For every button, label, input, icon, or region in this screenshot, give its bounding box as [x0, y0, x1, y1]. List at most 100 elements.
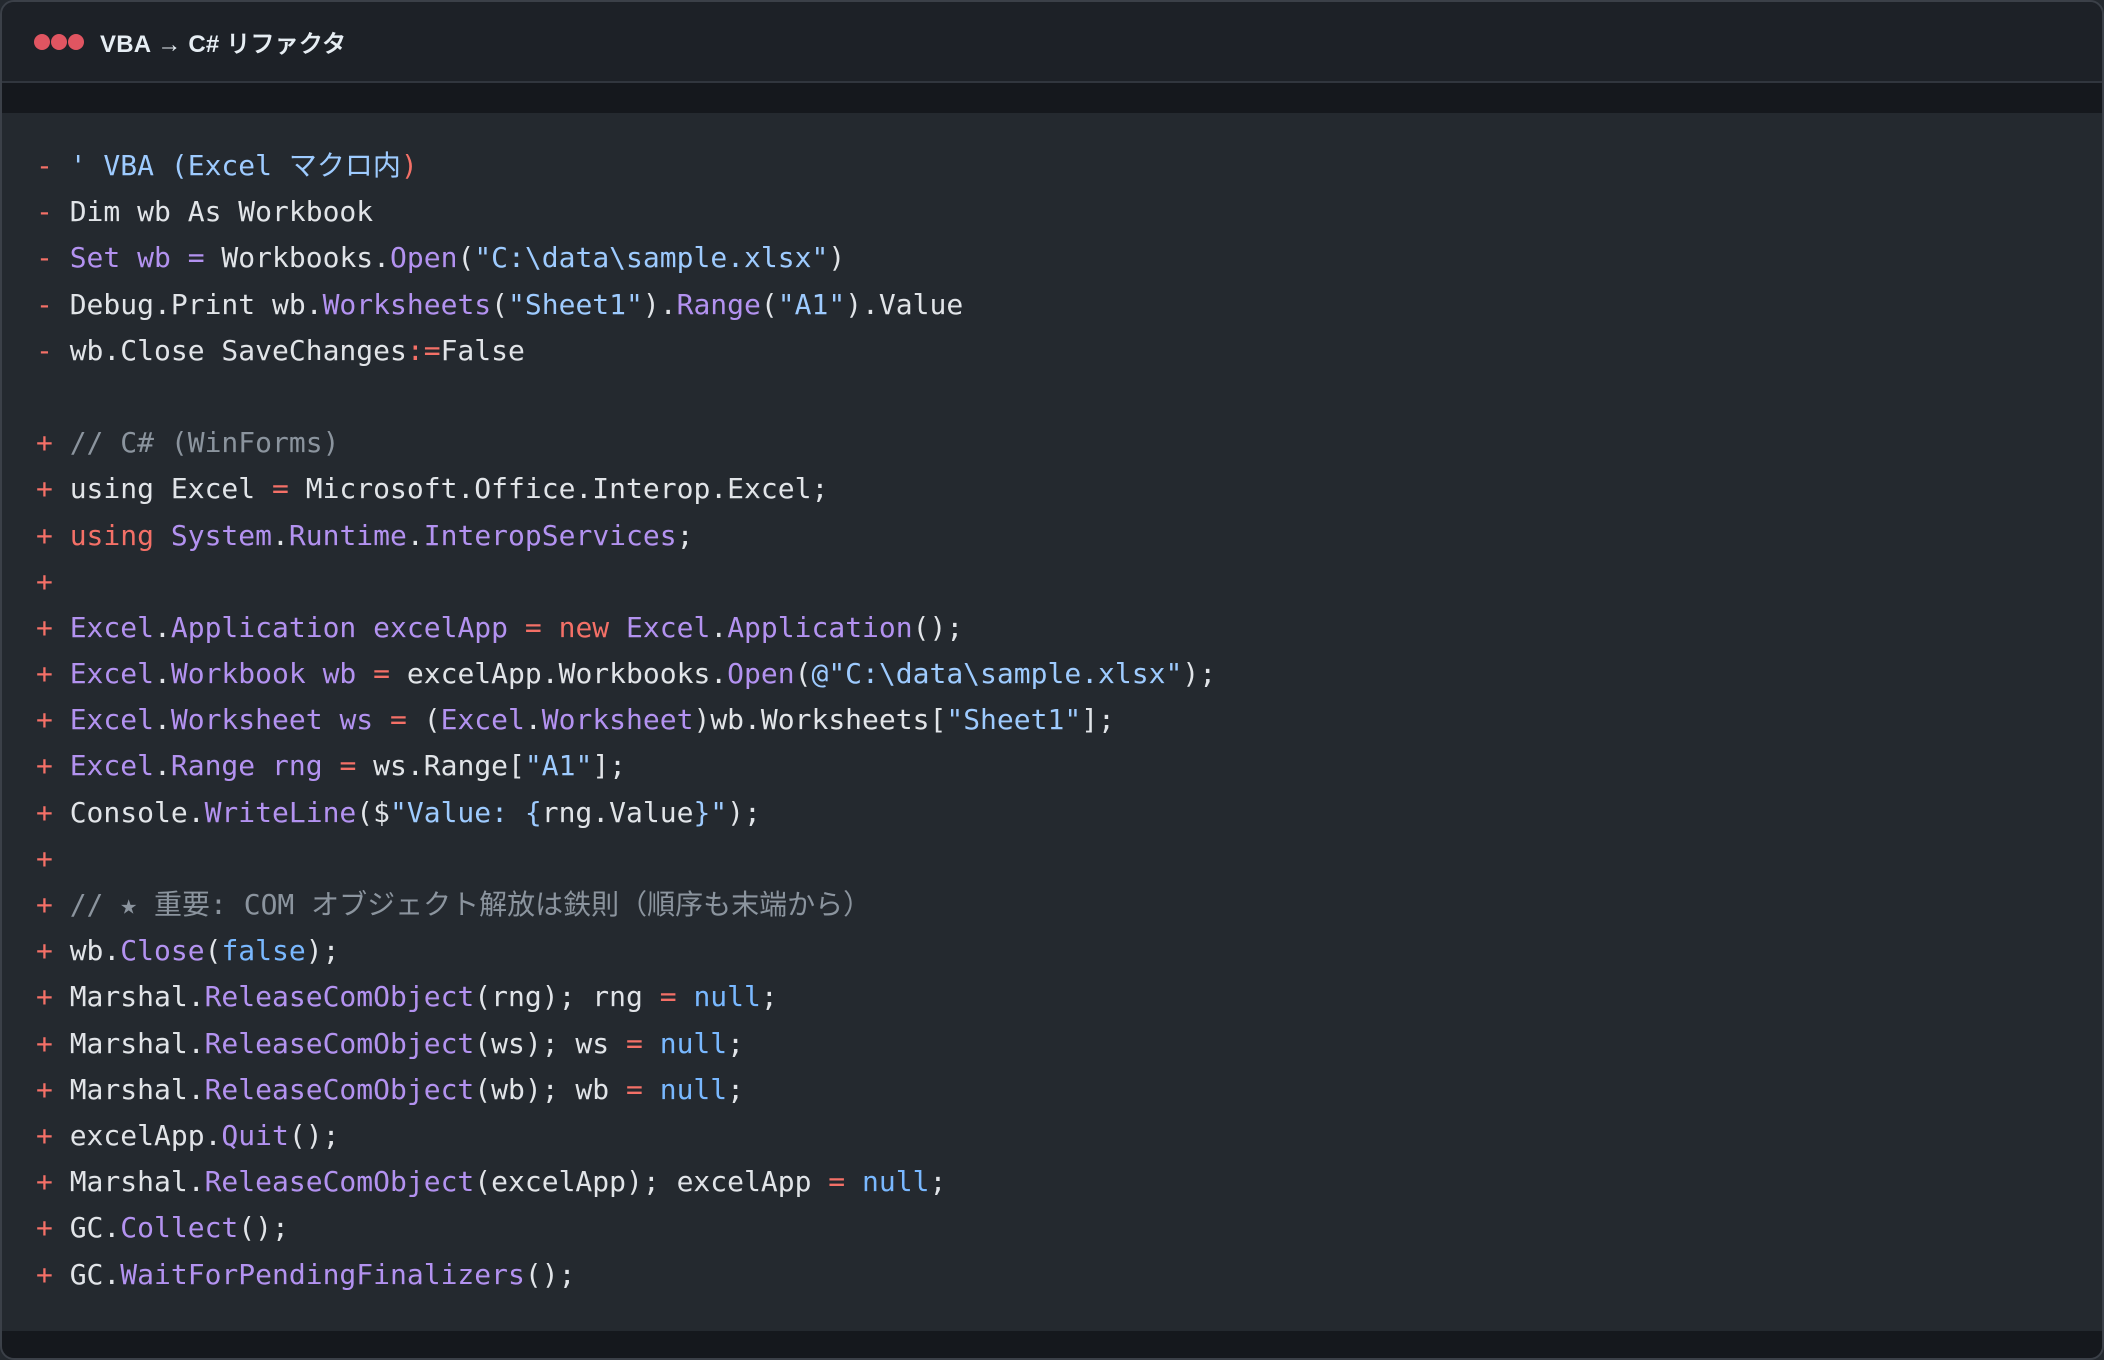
code-token: Marshal. — [69, 980, 205, 1014]
diff-marker-added: + — [36, 1165, 53, 1199]
code-token: ) — [400, 149, 418, 182]
code-token: Excel — [69, 610, 154, 644]
code-line: - Dim wb As Workbook — [36, 189, 2102, 235]
code-line: + — [36, 836, 2102, 882]
code-token: ( — [406, 703, 441, 737]
diff-marker-added: + — [36, 980, 53, 1014]
window-controls — [34, 33, 84, 50]
code-token: "A1" — [777, 287, 846, 321]
code-line: + excelApp.Quit(); — [36, 1113, 2102, 1159]
code-token: = — [626, 1026, 643, 1060]
code-token: Debug.Print wb. — [69, 287, 323, 321]
code-token: null — [659, 1072, 728, 1106]
code-token: wb. — [69, 934, 121, 968]
code-token: Range — [676, 287, 761, 321]
window-title: VBA → C# リファクタ — [100, 31, 347, 58]
code-token: using — [69, 518, 154, 552]
code-token: ( — [204, 934, 222, 968]
code-token: GC. — [69, 1257, 121, 1291]
code-line: - Set wb = Workbooks.Open("C:\data\sample… — [36, 235, 2102, 281]
code-token: ( — [491, 287, 509, 321]
code-token: (); — [912, 610, 964, 644]
code-token: ; — [727, 1072, 745, 1106]
diff-marker-removed: - — [36, 149, 53, 182]
code-token: ' VBA (Excel マクロ内 — [69, 149, 401, 182]
code-line: + // ★ 重要: COM オブジェクト解放は鉄則（順序も末端から） — [36, 882, 2102, 928]
code-token: null — [693, 980, 761, 1014]
code-token: Excel — [69, 657, 154, 691]
code-line: + Marshal.ReleaseComObject(excelApp); exc… — [36, 1159, 2102, 1205]
code-token: System — [170, 518, 273, 552]
code-token: ).Value — [845, 287, 964, 321]
code-token: Set wb — [69, 241, 171, 275]
diff-marker-added: + — [36, 657, 53, 691]
code-window: VBA → C# リファクタ - ' VBA (Excel マクロ内) - Dim w… — [0, 0, 2104, 1360]
code-token: Marshal. — [69, 1072, 205, 1106]
code-line: + — [36, 559, 2102, 605]
diff-marker-added: + — [36, 472, 53, 506]
code-line: + Excel.Workbook wb = excelApp.Workbooks.… — [36, 651, 2102, 697]
code-line: + using Excel = Microsoft.Office.Interop.… — [36, 466, 2102, 512]
code-line: + // C# (WinForms) — [36, 420, 2102, 466]
code-token: ; — [929, 1165, 947, 1199]
diff-marker-added: + — [36, 888, 53, 921]
code-token: = — [524, 610, 542, 644]
code-token: Excel — [69, 703, 154, 737]
code-token: ( — [457, 241, 475, 275]
code-token: Range — [170, 749, 256, 783]
code-token: ( — [760, 287, 778, 321]
code-line: + Excel.Worksheet ws = (Excel.Worksheet)w… — [36, 697, 2102, 743]
diff-marker-added: + — [36, 1072, 53, 1106]
diff-marker-added: + — [36, 1026, 53, 1060]
code-line: + GC.Collect(); — [36, 1205, 2102, 1251]
diff-marker-removed: - — [36, 333, 53, 367]
code-token: Console. — [69, 795, 205, 829]
code-token: null — [659, 1026, 728, 1060]
code-token: (excelApp); excelApp — [474, 1165, 829, 1199]
code-token: false — [221, 934, 306, 968]
diff-marker-added: + — [36, 934, 53, 968]
code-token: := — [406, 333, 441, 367]
code-token: WriteLine — [204, 795, 357, 829]
diff-marker-added: + — [36, 426, 53, 460]
code-line: - wb.Close SaveChanges:=False — [36, 328, 2102, 374]
code-line: + using System.Runtime.InteropServices; — [36, 513, 2102, 559]
code-token: @"C:\data\sample.xlsx" — [811, 657, 1183, 691]
code-token: . — [524, 703, 542, 737]
code-token: // ★ 重要: COM オブジェクト解放は鉄則（順序も末端から） — [69, 888, 872, 921]
code-token: ReleaseComObject — [204, 1165, 475, 1199]
code-token: Dim wb As Workbook — [69, 195, 374, 229]
code-line: + Excel.Application excelApp = new Excel.… — [36, 605, 2102, 651]
code-token: ws — [339, 703, 374, 737]
code-token: Excel — [626, 610, 711, 644]
window-dot-icon — [51, 33, 67, 50]
diff-marker-added: + — [36, 1211, 53, 1245]
code-token: "A1" — [524, 749, 593, 783]
code-token: // C# (WinForms) — [69, 426, 340, 460]
code-token: rng.Value — [541, 795, 694, 829]
code-token: . — [710, 610, 728, 644]
code-token: ); — [727, 795, 761, 829]
code-token: wb — [322, 657, 357, 691]
diff-marker-added: + — [36, 841, 53, 875]
code-token: Workbook — [170, 657, 306, 691]
code-token: "C:\data\sample.xlsx" — [474, 241, 829, 275]
code-token: Marshal. — [69, 1165, 205, 1199]
code-token: (rng); rng — [474, 980, 660, 1014]
code-token: . — [154, 657, 171, 691]
code-token: ; — [727, 1026, 745, 1060]
code-token: ). — [642, 287, 677, 321]
code-token: = — [828, 1165, 846, 1199]
